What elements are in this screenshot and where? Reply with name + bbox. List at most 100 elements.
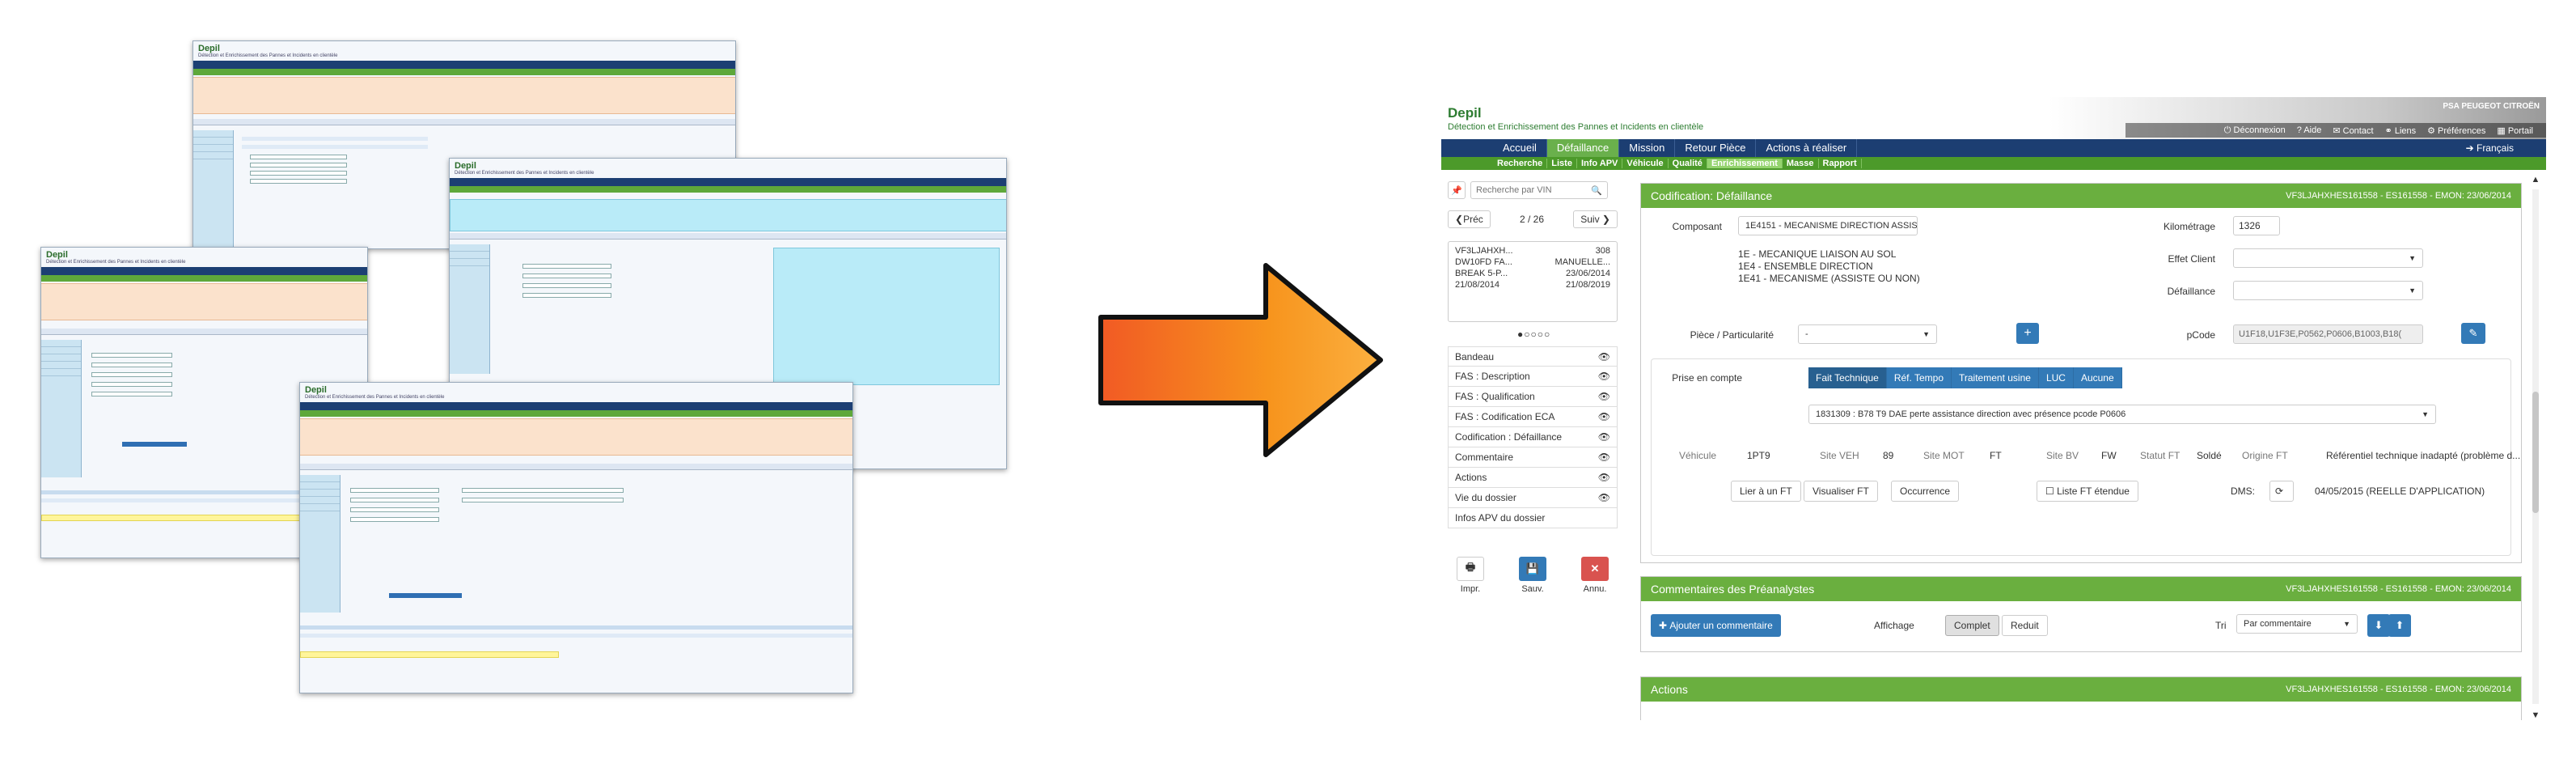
eye-icon[interactable]: 👁: [1598, 472, 1610, 483]
subnav-qualite[interactable]: Qualité: [1669, 159, 1707, 168]
depil-app: Depil Détection et Enrichissement des Pa…: [1441, 97, 2546, 720]
comments-panel: Commentaires des Préanalystes VF3LJAHXHE…: [1640, 576, 2522, 652]
preferences-link[interactable]: ⚙ Préférences: [2427, 125, 2485, 136]
menu-item-actions[interactable]: Actions 👁: [1448, 468, 1618, 488]
prise-aucune[interactable]: Aucune: [2073, 367, 2122, 388]
panel-meta: VF3LJAHXHES161558 - ES161558 - EMON: 23/…: [2286, 685, 2511, 694]
pager: ❮Préc 2 / 26 Suiv ❯: [1448, 210, 1618, 228]
add-piece-button[interactable]: +: [2016, 323, 2039, 344]
language-selector[interactable]: ➔ Français: [2466, 142, 2546, 154]
add-comment-button[interactable]: ✚ Ajouter un commentaire: [1651, 614, 1781, 637]
help-link[interactable]: ? Aide: [2297, 125, 2322, 135]
chevron-down-icon: ▼: [1922, 330, 1930, 338]
contact-link[interactable]: ✉ Contact: [2333, 125, 2373, 136]
visualiser-ft-button[interactable]: Visualiser FT: [1804, 481, 1878, 502]
fact-site-mot: FT: [1990, 450, 2002, 461]
lier-ft-button[interactable]: Lier à un FT: [1731, 481, 1801, 502]
fact-statut-ft: Soldé: [2197, 450, 2222, 461]
panel-title: Commentaires des Préanalystes: [1651, 583, 1815, 596]
prise-traitement-usine[interactable]: Traitement usine: [1952, 367, 2039, 388]
menu-item-fas-description[interactable]: FAS : Description 👁: [1448, 367, 1618, 387]
prise-fait-technique[interactable]: Fait Technique: [1808, 367, 1887, 388]
liste-ft-etendue-button[interactable]: ☐ Liste FT étendue: [2037, 481, 2138, 502]
pcode-input[interactable]: U1F18,U1F3E,P0562,P0606,B1003,B18(: [2233, 324, 2423, 344]
piece-label: Pièce / Particularité: [1690, 329, 1774, 341]
menu-item-fas-qualification[interactable]: FAS : Qualification 👁: [1448, 387, 1618, 407]
pin-icon[interactable]: 📌: [1448, 181, 1466, 199]
nav-defaillance[interactable]: Défaillance: [1546, 139, 1620, 157]
print-button[interactable]: 🖶 Impr.: [1448, 557, 1493, 594]
subnav-enrichissement[interactable]: Enrichissement: [1707, 159, 1783, 168]
search-icon[interactable]: 🔍: [1591, 185, 1602, 196]
piece-select[interactable]: - ▼: [1798, 324, 1937, 344]
eye-icon[interactable]: 👁: [1598, 411, 1610, 422]
eye-icon[interactable]: 👁: [1598, 431, 1610, 443]
edit-pcode-button[interactable]: ✎: [2461, 323, 2485, 344]
secondary-nav: Recherche Liste Info APV Véhicule Qualit…: [1441, 157, 2546, 170]
fait-technique-select[interactable]: 1831309 : B78 T9 DAE perte assistance di…: [1808, 405, 2436, 424]
menu-item-fas-codification-eca[interactable]: FAS : Codification ECA 👁: [1448, 407, 1618, 427]
prise-label: Prise en compte: [1672, 372, 1742, 384]
subnav-rapport[interactable]: Rapport: [1819, 159, 1862, 168]
composant-select[interactable]: 1E4151 - MECANISME DIRECTION ASSISTEE EL…: [1738, 216, 1918, 235]
affichage-complet[interactable]: Complet: [1945, 615, 1999, 636]
menu-item-commentaire[interactable]: Commentaire 👁: [1448, 447, 1618, 468]
cancel-button[interactable]: ✕ Annu.: [1572, 557, 1618, 594]
occurrence-button[interactable]: Occurrence: [1891, 481, 1960, 502]
panel-title: Codification: Défaillance: [1651, 189, 1773, 202]
nav-retour-piece[interactable]: Retour Pièce: [1675, 139, 1757, 157]
menu-item-infos-apv[interactable]: Infos APV du dossier: [1448, 508, 1618, 528]
sidebar-actions: 🖶 Impr. 💾 Sauv. ✕ Annu.: [1448, 557, 1618, 594]
sidebar: 📌 🔍 ❮Préc 2 / 26 Suiv ❯ VF3LJAHXH...308 …: [1441, 175, 1635, 720]
sort-up-button[interactable]: ⬆: [2388, 614, 2411, 637]
links-link[interactable]: ⚭ Liens: [2385, 125, 2417, 136]
nav-accueil[interactable]: Accueil: [1493, 139, 1547, 157]
eye-icon[interactable]: 👁: [1598, 492, 1610, 503]
eye-icon[interactable]: 👁: [1598, 371, 1610, 382]
menu-item-vie-du-dossier[interactable]: Vie du dossier 👁: [1448, 488, 1618, 508]
nav-actions[interactable]: Actions à réaliser: [1756, 139, 1858, 157]
affichage-reduit[interactable]: Reduit: [2002, 615, 2048, 636]
menu-item-codification-defaillance[interactable]: Codification : Défaillance 👁: [1448, 427, 1618, 447]
eye-icon[interactable]: 👁: [1598, 452, 1610, 463]
chevron-down-icon: ▼: [2343, 620, 2350, 628]
eye-icon[interactable]: 👁: [1598, 351, 1610, 363]
actions-header: Actions VF3LJAHXHES161558 - ES161558 - E…: [1641, 677, 2521, 702]
prise-en-compte-box: Prise en compte Fait Technique Réf. Temp…: [1651, 358, 2520, 556]
prise-ref-tempo[interactable]: Réf. Tempo: [1886, 367, 1952, 388]
save-button[interactable]: 💾 Sauv.: [1510, 557, 1555, 594]
primary-nav: Accueil Défaillance Mission Retour Pièce…: [1441, 139, 2546, 157]
subnav-liste[interactable]: Liste: [1547, 159, 1577, 168]
subnav-masse[interactable]: Masse: [1783, 159, 1819, 168]
effet-client-select[interactable]: ▼: [2233, 248, 2423, 268]
kilometrage-input[interactable]: 1326: [2233, 216, 2280, 235]
scrollbar-thumb[interactable]: [2532, 392, 2539, 513]
codification-header: Codification: Défaillance VF3LJAHXHES161…: [1641, 184, 2521, 208]
menu-item-bandeau[interactable]: Bandeau 👁: [1448, 346, 1618, 367]
prise-luc[interactable]: LUC: [2038, 367, 2074, 388]
tri-select[interactable]: Par commentaire ▼: [2236, 614, 2358, 634]
logout-link[interactable]: ⏻ Déconnexion: [2224, 125, 2286, 136]
scroll-up-icon[interactable]: ▲: [2530, 175, 2541, 184]
defaillance-select[interactable]: ▼: [2233, 281, 2423, 300]
panel-meta: VF3LJAHXHES161558 - ES161558 - EMON: 23/…: [2286, 191, 2511, 201]
carousel-dots[interactable]: ●○○○○: [1448, 329, 1618, 340]
close-icon: ✕: [1581, 557, 1609, 581]
sort-down-button[interactable]: ⬇: [2367, 614, 2390, 637]
nav-mission[interactable]: Mission: [1619, 139, 1676, 157]
subnav-recherche[interactable]: Recherche: [1493, 159, 1548, 168]
vin-search-input[interactable]: [1476, 185, 1581, 195]
subnav-vehicule[interactable]: Véhicule: [1622, 159, 1669, 168]
prev-button[interactable]: ❮Préc: [1448, 210, 1491, 228]
next-button[interactable]: Suiv ❯: [1573, 210, 1618, 228]
eye-icon[interactable]: 👁: [1598, 391, 1610, 402]
pcode-label: pCode: [2186, 329, 2215, 341]
subnav-info-apv[interactable]: Info APV: [1577, 159, 1623, 168]
vin-search[interactable]: 🔍: [1470, 181, 1608, 199]
portal-link[interactable]: ▦ Portail: [2497, 125, 2533, 136]
refresh-dms-button[interactable]: ⟳: [2269, 481, 2294, 502]
vertical-scrollbar[interactable]: ▲ ▼: [2530, 175, 2541, 720]
chevron-down-icon: ▼: [2409, 254, 2416, 262]
old-screenshot-4: Depil Détection et Enrichissement des Pan…: [299, 382, 853, 693]
scroll-down-icon[interactable]: ▼: [2530, 710, 2541, 720]
